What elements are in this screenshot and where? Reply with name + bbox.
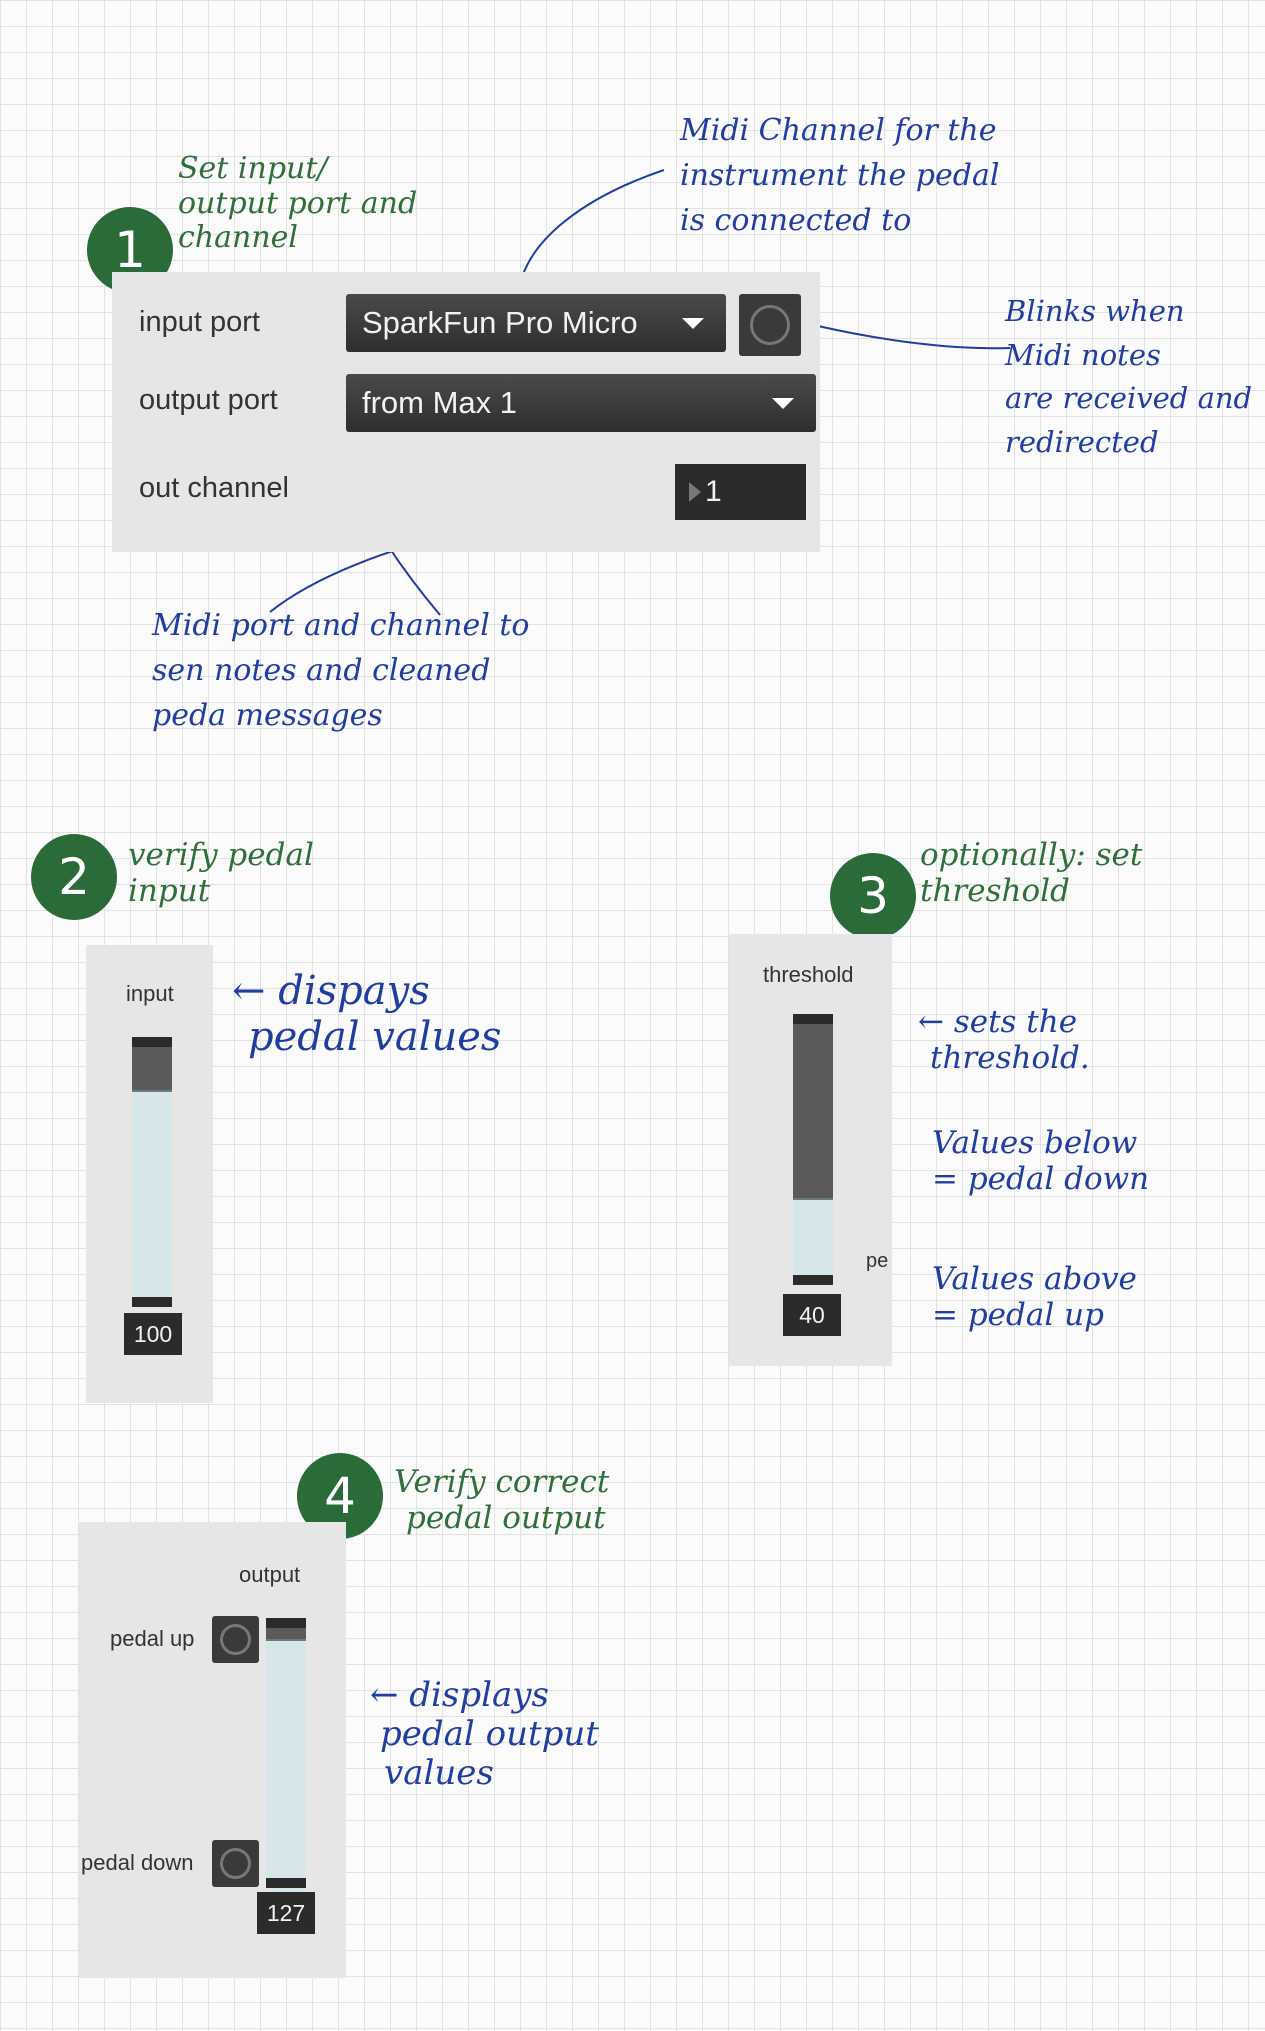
displays-output-annotation: ← displays pedal output values xyxy=(370,1675,599,1794)
out-channel-value: 1 xyxy=(705,475,722,508)
input-port-value: SparkFun Pro Micro xyxy=(362,305,638,340)
output-label: output xyxy=(239,1562,301,1587)
midi-port-line-3: peda messages xyxy=(152,698,383,733)
values-below-line-2: = pedal down xyxy=(932,1160,1150,1197)
input-port-label: input port xyxy=(139,306,260,338)
blinks-line-3: are received and xyxy=(1005,381,1253,415)
sets-threshold-line-2: threshold. xyxy=(930,1039,1090,1076)
threshold-value-box[interactable]: 40 xyxy=(783,1294,841,1336)
out-channel-label: out channel xyxy=(139,472,289,504)
blinks-line-1: Blinks when xyxy=(1005,294,1185,328)
step-3-line-1: optionally: set xyxy=(920,837,1143,873)
step-2-line-2: input xyxy=(128,872,211,909)
pedal-down-led[interactable] xyxy=(212,1840,259,1887)
output-slider-fill xyxy=(266,1639,306,1896)
threshold-panel: threshold pe 40 xyxy=(729,934,892,1366)
output-port-value: from Max 1 xyxy=(362,385,518,420)
step-1-line-3: channel xyxy=(178,220,298,255)
step-4-line-2: pedal output xyxy=(406,1499,606,1536)
input-value-box: 100 xyxy=(124,1313,182,1355)
threshold-slider[interactable] xyxy=(793,1024,833,1275)
midi-channel-annotation: Midi Channel for the instrument the peda… xyxy=(680,108,999,243)
step-3-annotation: optionally: set threshold xyxy=(920,837,1143,909)
pedal-down-label: pedal down xyxy=(81,1850,194,1875)
displays-output-line-2: pedal output xyxy=(380,1714,599,1755)
midi-port-line-1: Midi port and channel to xyxy=(152,608,530,643)
midi-channel-line-3: is connected to xyxy=(680,203,912,238)
step-4-number: 4 xyxy=(324,1467,356,1525)
output-slider-bottom-cap xyxy=(266,1878,306,1888)
step-1-annotation: Set input/ output port and channel xyxy=(178,151,418,256)
threshold-side-text: pe xyxy=(866,1250,889,1272)
pedal-up-label: pedal up xyxy=(110,1626,195,1651)
step-1-number: 1 xyxy=(114,221,146,279)
threshold-slider-bottom-cap xyxy=(793,1275,833,1285)
sets-threshold-annotation: ← sets the threshold. xyxy=(918,1004,1090,1076)
threshold-slider-fill xyxy=(793,1198,833,1275)
input-port-menu[interactable]: SparkFun Pro Micro xyxy=(346,294,726,352)
midi-channel-line-2: instrument the pedal xyxy=(680,158,1000,193)
values-above-line-1: Values above xyxy=(932,1261,1137,1297)
step-3-number: 3 xyxy=(857,867,889,925)
pedal-up-led[interactable] xyxy=(212,1616,259,1663)
displays-output-line-1: ← displays xyxy=(370,1675,549,1715)
step-3-badge: 3 xyxy=(830,853,916,939)
input-label: input xyxy=(126,981,174,1006)
input-slider-fill xyxy=(132,1090,172,1297)
step-4-annotation: Verify correct pedal output xyxy=(394,1464,610,1536)
output-port-label: output port xyxy=(139,384,278,416)
input-slider-bottom-cap xyxy=(132,1297,172,1307)
midi-port-annotation: Midi port and channel to sen notes and c… xyxy=(152,603,529,738)
midi-port-line-2: sen notes and cleaned xyxy=(152,653,491,688)
threshold-slider-top-cap xyxy=(793,1014,833,1024)
blinks-annotation: Blinks when Midi notes are received and … xyxy=(1005,290,1252,464)
midi-settings-panel: input port SparkFun Pro Micro output por… xyxy=(112,272,820,552)
threshold-label: threshold xyxy=(763,962,854,987)
led-ring-icon xyxy=(750,305,790,345)
displays-input-line-2: pedal values xyxy=(248,1014,502,1060)
values-above-line-2: = pedal up xyxy=(932,1296,1104,1333)
step-4-line-1: Verify correct xyxy=(394,1464,610,1500)
values-below-annotation: Values below = pedal down xyxy=(932,1125,1150,1197)
step-3-line-2: threshold xyxy=(920,872,1070,909)
output-port-menu[interactable]: from Max 1 xyxy=(346,374,816,432)
blinks-line-2: Midi notes xyxy=(1005,337,1161,372)
threshold-value: 40 xyxy=(799,1301,825,1328)
displays-output-line-3: values xyxy=(384,1753,494,1794)
output-slider xyxy=(266,1628,306,1896)
step-2-badge: 2 xyxy=(31,834,117,920)
midi-activity-led[interactable] xyxy=(739,294,801,356)
sets-threshold-line-1: ← sets the xyxy=(918,1004,1078,1040)
output-value-box: 127 xyxy=(257,1892,315,1934)
led-ring-icon xyxy=(220,1624,251,1655)
displays-input-line-1: ← dispays xyxy=(232,968,430,1014)
blinks-line-4: redirected xyxy=(1005,424,1159,459)
output-slider-top-cap xyxy=(266,1618,306,1628)
values-above-annotation: Values above = pedal up xyxy=(932,1261,1137,1333)
led-ring-icon xyxy=(220,1848,251,1879)
numbox-arrow-icon xyxy=(689,482,701,502)
input-slider[interactable] xyxy=(132,1047,172,1297)
step-2-line-1: verify pedal xyxy=(128,837,314,873)
chevron-down-icon xyxy=(682,318,704,329)
connector-blinks xyxy=(817,325,1011,350)
chevron-down-icon xyxy=(772,398,794,409)
values-below-line-1: Values below xyxy=(932,1125,1138,1161)
output-panel: output pedal up pedal down 127 xyxy=(79,1522,346,1978)
output-value: 127 xyxy=(266,1899,306,1926)
displays-input-annotation: ← dispays pedal values xyxy=(232,968,501,1060)
step-2-annotation: verify pedal input xyxy=(128,837,314,909)
step-1-line-1: Set input/ xyxy=(178,151,328,186)
out-channel-numbox[interactable]: 1 xyxy=(675,464,806,520)
input-panel: input 100 xyxy=(86,945,213,1403)
step-1-line-2: output port and xyxy=(178,185,418,221)
input-value: 100 xyxy=(133,1320,173,1347)
input-slider-top-cap xyxy=(132,1037,172,1047)
step-2-number: 2 xyxy=(58,848,90,906)
midi-channel-line-1: Midi Channel for the xyxy=(680,113,997,148)
